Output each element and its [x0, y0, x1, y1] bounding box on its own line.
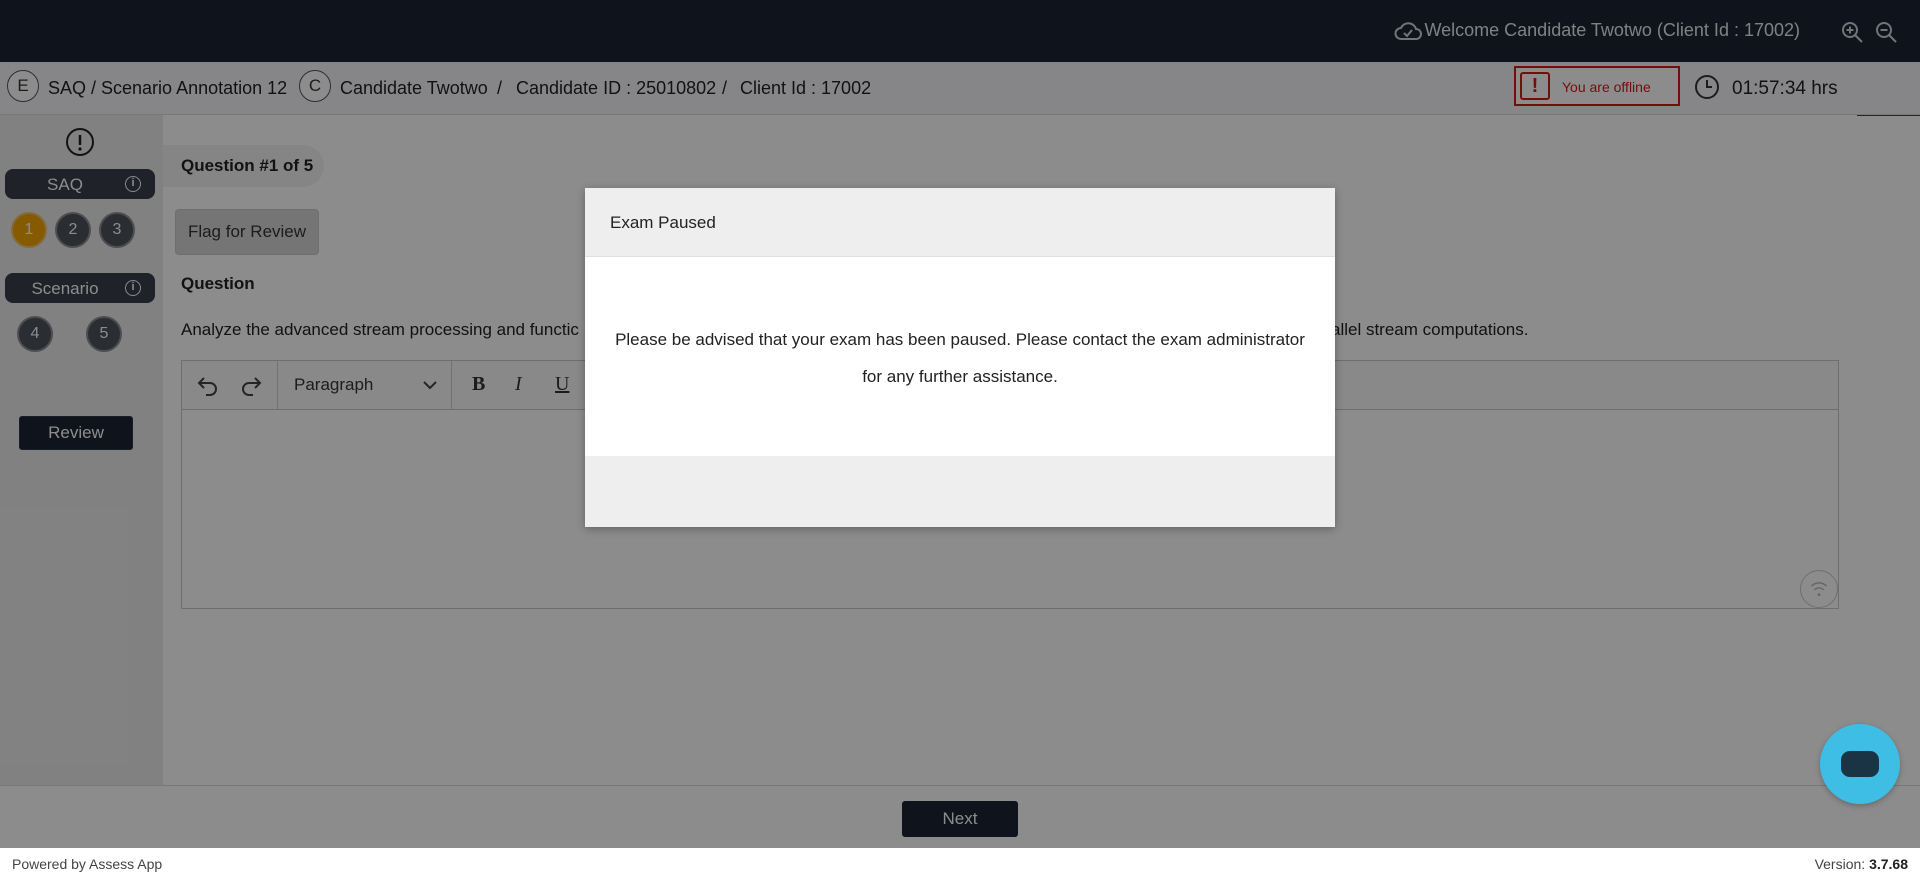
- powered-by-text: Powered by Assess App: [12, 856, 163, 872]
- dialog-message-line-1: Please be advised that your exam has bee…: [615, 330, 1305, 349]
- dialog-footer: [585, 456, 1335, 527]
- dialog-title: Exam Paused: [610, 213, 716, 232]
- exam-paused-dialog: Exam Paused Please be advised that your …: [585, 188, 1335, 527]
- footer: Powered by Assess App Version: 3.7.68: [0, 848, 1920, 879]
- version-label: Version:: [1814, 856, 1870, 872]
- chat-button[interactable]: [1820, 724, 1900, 804]
- version-number: 3.7.68: [1869, 856, 1908, 872]
- dialog-header: Exam Paused: [585, 188, 1335, 257]
- version-text: Version: 3.7.68: [1815, 856, 1908, 872]
- dialog-body: Please be advised that your exam has bee…: [585, 257, 1335, 445]
- dialog-message-line-2: for any further assistance.: [862, 367, 1058, 386]
- dialog-message: Please be advised that your exam has bee…: [605, 321, 1315, 395]
- chat-bubble-icon: [1841, 751, 1879, 777]
